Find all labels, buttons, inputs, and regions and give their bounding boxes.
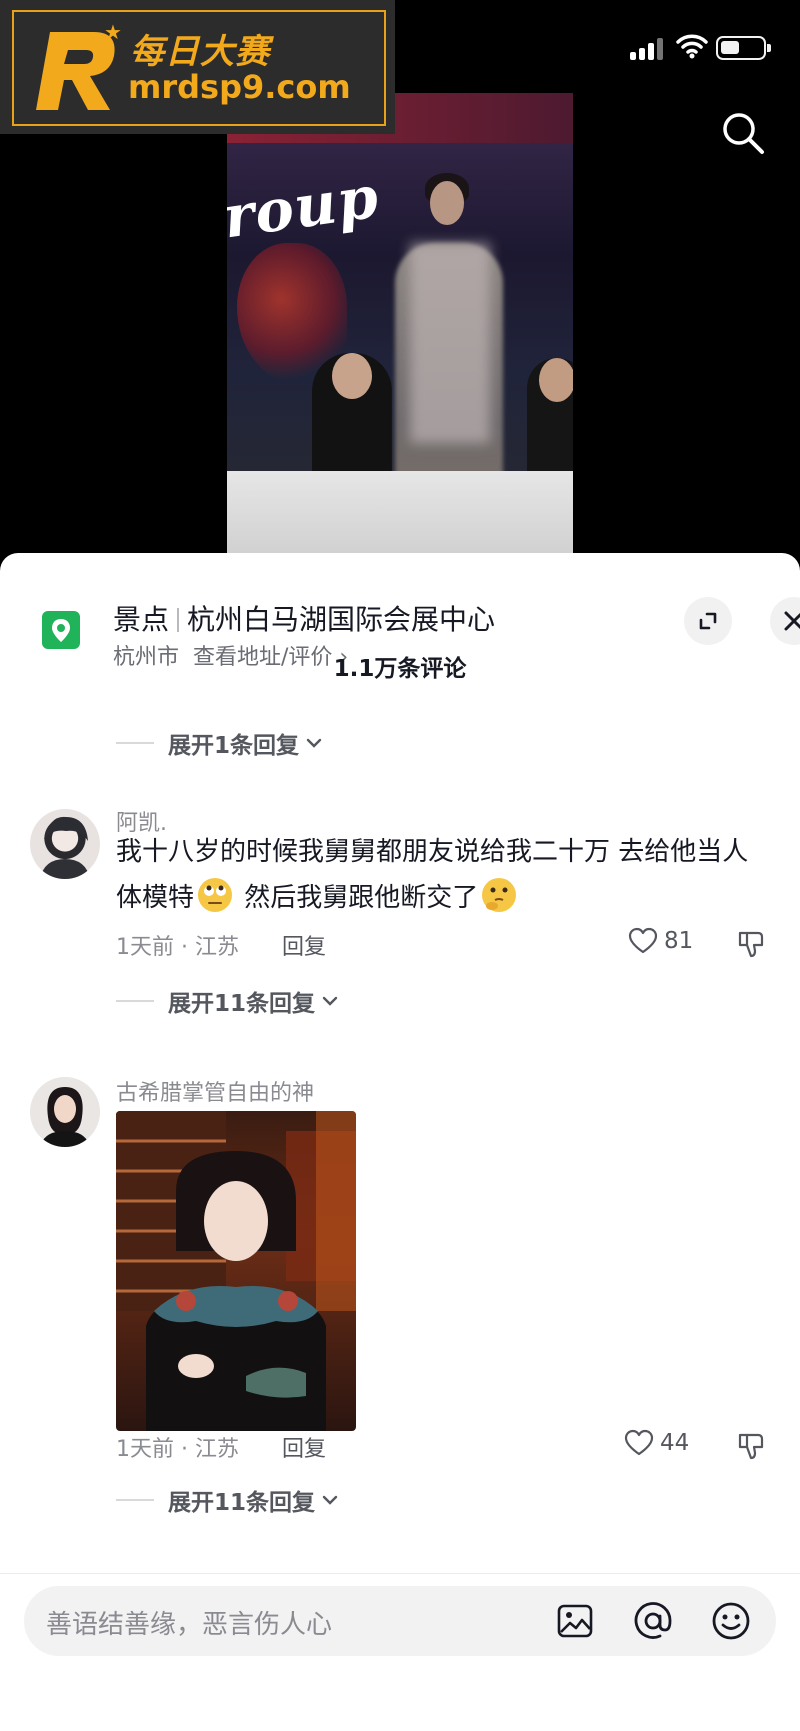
- expand-replies-label: 展开1条回复: [168, 733, 300, 759]
- location-pin-icon: [42, 611, 80, 649]
- close-icon: [784, 611, 800, 631]
- dislike-icon[interactable]: [736, 929, 766, 959]
- mention-at-icon[interactable]: [632, 1600, 674, 1642]
- like-count: 44: [660, 1430, 690, 1456]
- location-title[interactable]: 景点 杭州白马湖国际会展中心: [113, 598, 495, 638]
- video-frame[interactable]: roup: [227, 93, 573, 560]
- expand-replies-label: 展开11条回复: [168, 1490, 316, 1516]
- like-count: 81: [664, 928, 694, 954]
- avatar[interactable]: [30, 809, 100, 879]
- search-icon[interactable]: [720, 110, 766, 156]
- cellular-signal-icon: [630, 38, 666, 60]
- stage-text: roup: [227, 162, 383, 252]
- comment-count: 1.1万条评论: [333, 656, 467, 682]
- chevron-down-icon: [322, 996, 338, 1006]
- comment-meta: 1天前 · 江苏: [116, 935, 239, 960]
- eye-roll-emoji-icon: [198, 878, 233, 912]
- comment-author[interactable]: 古希腊掌管自由的神: [116, 1075, 314, 1107]
- model-head: [430, 181, 464, 225]
- expand-replies-button[interactable]: 展开11条回复: [116, 983, 339, 1019]
- comment-meta: 1天前 · 江苏: [116, 1437, 239, 1462]
- comment-text-part: 然后我舅跟他断交了: [236, 883, 479, 913]
- expand-replies-button[interactable]: 展开11条回复: [116, 1482, 339, 1518]
- chevron-down-icon: [322, 1495, 338, 1505]
- heart-icon: [624, 1429, 654, 1456]
- chevron-down-icon: [306, 738, 322, 748]
- comment-input[interactable]: 善语结善缘，恶言伤人心: [24, 1586, 776, 1656]
- comment-input-placeholder: 善语结善缘，恶言伤人心: [46, 1610, 333, 1640]
- expand-replies-button[interactable]: 展开1条回复: [116, 725, 323, 761]
- reply-button[interactable]: 回复: [282, 929, 326, 961]
- close-sheet-button[interactable]: [770, 597, 800, 645]
- watermark: ★ 每日大赛 mrdsp9.com: [0, 0, 395, 134]
- like-button[interactable]: 81: [628, 927, 693, 955]
- expand-replies-label: 展开11条回复: [168, 991, 316, 1017]
- heart-icon: [628, 927, 658, 954]
- comment-image[interactable]: [116, 1111, 356, 1431]
- avatar[interactable]: [30, 1077, 100, 1147]
- dislike-icon[interactable]: [736, 1431, 766, 1461]
- watermark-url: mrdsp9.com: [128, 68, 351, 106]
- video-player[interactable]: roup 34 ★ 每日大赛: [0, 0, 800, 560]
- judge-desk: [227, 471, 573, 560]
- expand-icon: [699, 612, 717, 630]
- like-button[interactable]: 44: [624, 1429, 689, 1457]
- comment-sheet: 景点 杭州白马湖国际会展中心 杭州市 查看地址/评价 › 1.1万条评论 展开1条回…: [0, 553, 800, 1731]
- wifi-icon: [676, 34, 708, 59]
- image-picker-icon[interactable]: [556, 1602, 594, 1640]
- comment-input-bar: 善语结善缘，恶言伤人心: [0, 1573, 800, 1731]
- expand-sheet-button[interactable]: [684, 597, 732, 645]
- blur-mosaic: [410, 243, 490, 443]
- reply-button[interactable]: 回复: [282, 1431, 326, 1463]
- battery-icon: [716, 36, 771, 60]
- location-name: 杭州白马湖国际会展中心: [187, 603, 496, 636]
- location-category: 景点: [113, 603, 170, 636]
- watermark-star-icon: ★: [104, 20, 122, 44]
- thinking-emoji-icon: [482, 878, 517, 912]
- emoji-picker-icon[interactable]: [710, 1600, 752, 1642]
- comment-text: 我十八岁的时候我舅舅都朋友说给我二十万 去给他当人体模特 然后我舅跟他断交了: [116, 829, 766, 921]
- watermark-brand: 每日大赛: [130, 32, 270, 72]
